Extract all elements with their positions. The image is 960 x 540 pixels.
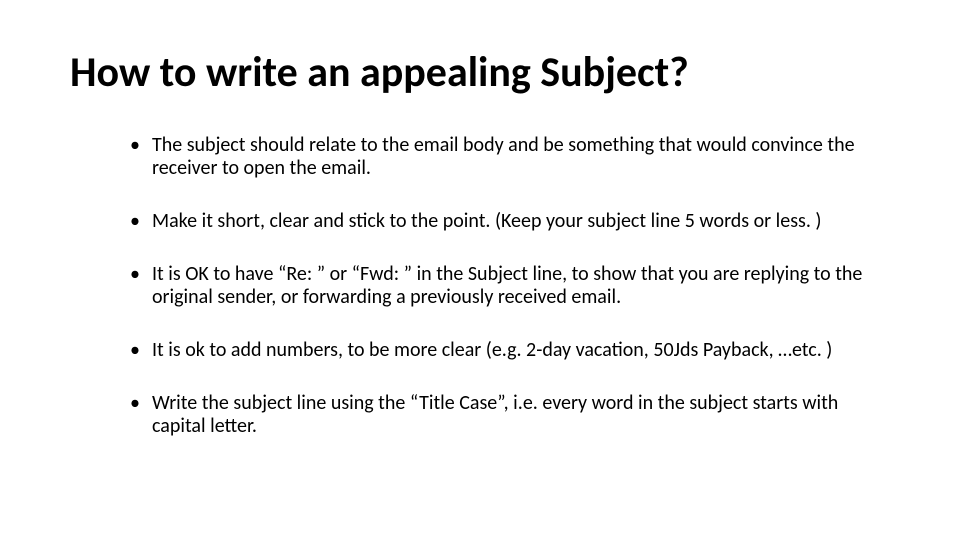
list-item: Make it short, clear and stick to the po… [130, 210, 890, 233]
list-item: Write the subject line using the “Title … [130, 392, 890, 438]
slide-container: How to write an appealing Subject? The s… [0, 0, 960, 540]
list-item: It is OK to have “Re: ” or “Fwd: ” in th… [130, 263, 890, 309]
bullet-list: The subject should relate to the email b… [70, 134, 890, 438]
list-item: It is ok to add numbers, to be more clea… [130, 339, 890, 362]
slide-title: How to write an appealing Subject? [70, 50, 890, 96]
list-item: The subject should relate to the email b… [130, 134, 890, 180]
